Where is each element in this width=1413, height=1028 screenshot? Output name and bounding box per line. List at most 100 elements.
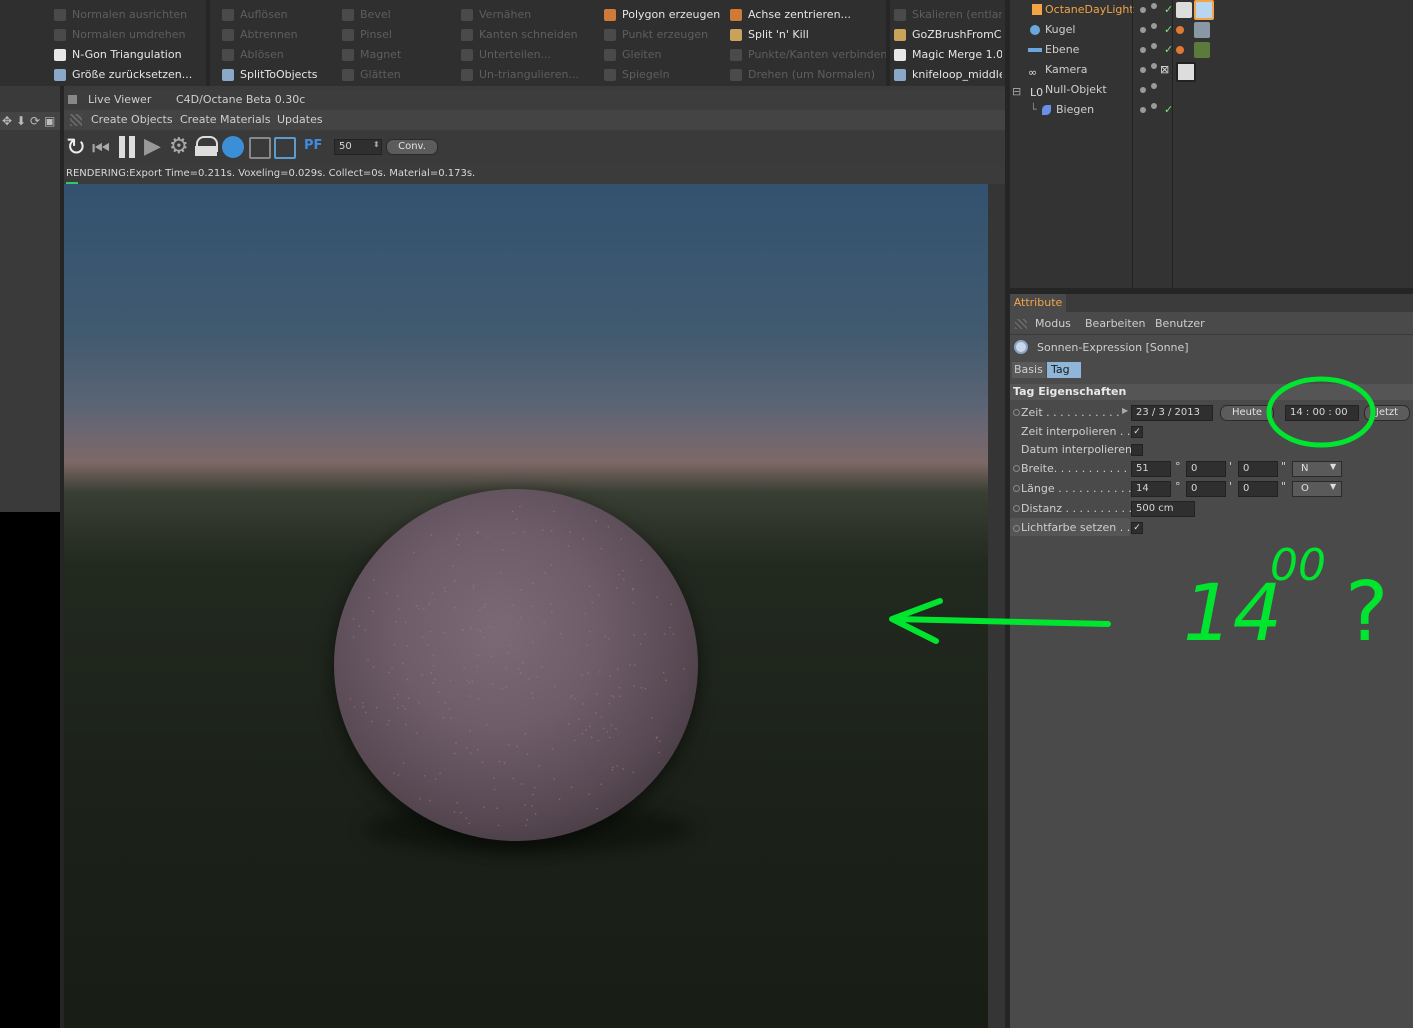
command-item[interactable]: Glätten	[338, 65, 456, 85]
arrow-down-icon[interactable]: ⬇	[16, 114, 26, 128]
stepper-icon[interactable]: ⬍	[373, 140, 380, 149]
play-icon[interactable]: ▶	[144, 133, 161, 161]
keyframe-icon[interactable]	[1013, 525, 1020, 532]
tab-tag[interactable]: Tag	[1047, 362, 1081, 378]
object-row-null-objekt[interactable]: ⊟ L0 Null-Objekt	[1010, 80, 1413, 100]
keyframe-icon[interactable]	[1013, 505, 1020, 512]
chevron-down-icon[interactable]: ▼	[1330, 462, 1336, 471]
breite-seconds-input[interactable]: 0	[1238, 461, 1278, 477]
command-item[interactable]: Punkt erzeugen	[600, 25, 724, 45]
command-item[interactable]: Größe zurücksetzen...	[50, 65, 206, 85]
jetzt-button[interactable]: Jetzt	[1364, 405, 1410, 421]
command-item[interactable]: N-Gon Triangulation	[50, 45, 206, 65]
command-item[interactable]: Spiegeln	[600, 65, 724, 85]
zeit-time-field[interactable]: 14 : 00 : 00	[1285, 405, 1359, 421]
lichtfarbe-checkbox[interactable]: ✓	[1131, 522, 1143, 534]
column-separator[interactable]	[1172, 0, 1173, 288]
command-item[interactable]: Gleiten	[600, 45, 724, 65]
viewport-scrollbar[interactable]	[988, 184, 1005, 1028]
grass-material-tag-icon[interactable]	[1194, 42, 1210, 58]
tab-basis[interactable]: Basis	[1012, 362, 1046, 378]
window-icon[interactable]: ▣	[44, 114, 55, 128]
command-icon	[461, 49, 473, 61]
noise-dot	[644, 687, 647, 690]
menu-bearbeiten[interactable]: Bearbeiten	[1085, 317, 1145, 330]
command-item[interactable]: Unterteilen...	[457, 45, 597, 65]
expand-arrow-icon[interactable]: ▶	[1122, 406, 1128, 415]
collapse-icon[interactable]: ⊟	[1012, 82, 1021, 102]
command-item[interactable]: Skalieren (entlan	[890, 5, 1002, 25]
restart-render-icon[interactable]: ↻	[66, 134, 86, 160]
column-separator[interactable]	[1132, 0, 1133, 288]
sun-expression-tag-icon[interactable]	[1194, 0, 1214, 20]
menu-create-materials[interactable]: Create Materials	[180, 113, 270, 126]
material-tag-icon[interactable]	[1194, 22, 1210, 38]
chevron-down-icon[interactable]: ▼	[1330, 482, 1336, 491]
command-item[interactable]: SplitToObjects	[218, 65, 336, 85]
keyframe-icon[interactable]	[1013, 409, 1020, 416]
tag-icon[interactable]	[1176, 2, 1192, 18]
laenge-minutes-input[interactable]: 0	[1186, 481, 1226, 497]
skip-back-icon[interactable]: ⏮	[92, 136, 110, 160]
zeit-date-field[interactable]: 23 / 3 / 2013	[1131, 405, 1213, 421]
conv-button[interactable]: Conv.	[386, 139, 438, 155]
noise-dot	[550, 564, 553, 566]
command-item[interactable]: Auflösen	[218, 5, 336, 25]
phong-tag-icon[interactable]	[1176, 46, 1184, 54]
command-item[interactable]: Split 'n' Kill	[726, 25, 886, 45]
camera-tag-icon[interactable]	[1176, 62, 1196, 82]
menu-updates[interactable]: Updates	[277, 113, 323, 126]
command-item[interactable]: Pinsel	[338, 25, 456, 45]
window-menu-icon[interactable]	[68, 95, 77, 104]
laenge-seconds-input[interactable]: 0	[1238, 481, 1278, 497]
object-row-kugel[interactable]: Kugel ✓	[1010, 20, 1413, 40]
move-icon[interactable]: ✥	[2, 114, 12, 128]
command-item[interactable]: Normalen ausrichten	[50, 5, 206, 25]
zeit-interpolieren-checkbox[interactable]: ✓	[1131, 426, 1143, 438]
command-item[interactable]: Punkte/Kanten verbinden	[726, 45, 886, 65]
command-item[interactable]: Drehen (um Normalen)	[726, 65, 886, 85]
menu-benutzer[interactable]: Benutzer	[1155, 317, 1205, 330]
command-item[interactable]: Magic Merge 1.0	[890, 45, 1002, 65]
command-item[interactable]: Normalen umdrehen	[50, 25, 206, 45]
pause-icon[interactable]	[119, 136, 125, 158]
refresh-icon[interactable]: ⟳	[30, 114, 40, 128]
laenge-degrees-input[interactable]: 14	[1131, 481, 1171, 497]
keyframe-icon[interactable]	[1013, 485, 1020, 492]
command-item[interactable]: knifeloop_middle	[890, 65, 1002, 85]
menu-create-objects[interactable]: Create Objects	[91, 113, 173, 126]
save-as-icon[interactable]	[274, 137, 296, 159]
noise-dot	[558, 798, 561, 801]
command-item[interactable]: Achse zentrieren...	[726, 5, 886, 25]
object-row-octanedaylight[interactable]: OctaneDayLight ✓	[1010, 0, 1413, 20]
noise-dot	[609, 675, 611, 677]
command-item[interactable]: Bevel	[338, 5, 456, 25]
command-column-4: Vernähen Kanten schneiden Unterteilen... Un…	[457, 0, 597, 86]
gear-icon[interactable]: ⚙	[169, 133, 189, 161]
menu-modus[interactable]: Modus	[1035, 317, 1071, 330]
command-item[interactable]: Magnet	[338, 45, 456, 65]
object-row-biegen[interactable]: └ Biegen ✓	[1010, 100, 1413, 120]
object-row-kamera[interactable]: ∞ Kamera ⊠	[1010, 60, 1413, 82]
heute-button[interactable]: Heute	[1220, 405, 1274, 421]
datum-interpolieren-checkbox[interactable]	[1131, 444, 1143, 456]
breite-degrees-input[interactable]: 51	[1131, 461, 1171, 477]
command-item[interactable]: Kanten schneiden	[457, 25, 597, 45]
phong-tag-icon[interactable]	[1176, 26, 1184, 34]
pf-icon[interactable]: PF	[304, 138, 322, 153]
breite-minutes-input[interactable]: 0	[1186, 461, 1226, 477]
noise-dot	[429, 630, 432, 633]
keyframe-icon[interactable]	[1013, 465, 1020, 472]
command-item[interactable]: Abtrennen	[218, 25, 336, 45]
save-icon[interactable]	[249, 137, 271, 159]
object-row-ebene[interactable]: Ebene ✓	[1010, 40, 1413, 60]
command-item[interactable]: Polygon erzeugen	[600, 5, 724, 25]
command-item[interactable]: Vernähen	[457, 5, 597, 25]
render-viewport[interactable]	[64, 184, 988, 1028]
command-item[interactable]: Ablösen	[218, 45, 336, 65]
command-item[interactable]: GoZBrushFromCi	[890, 25, 1002, 45]
tab-attribute[interactable]: Attribute	[1010, 294, 1066, 312]
command-item[interactable]: Un-triangulieren...	[457, 65, 597, 85]
distanz-input[interactable]: 500 cm	[1131, 501, 1195, 517]
sphere-icon[interactable]	[222, 136, 244, 158]
